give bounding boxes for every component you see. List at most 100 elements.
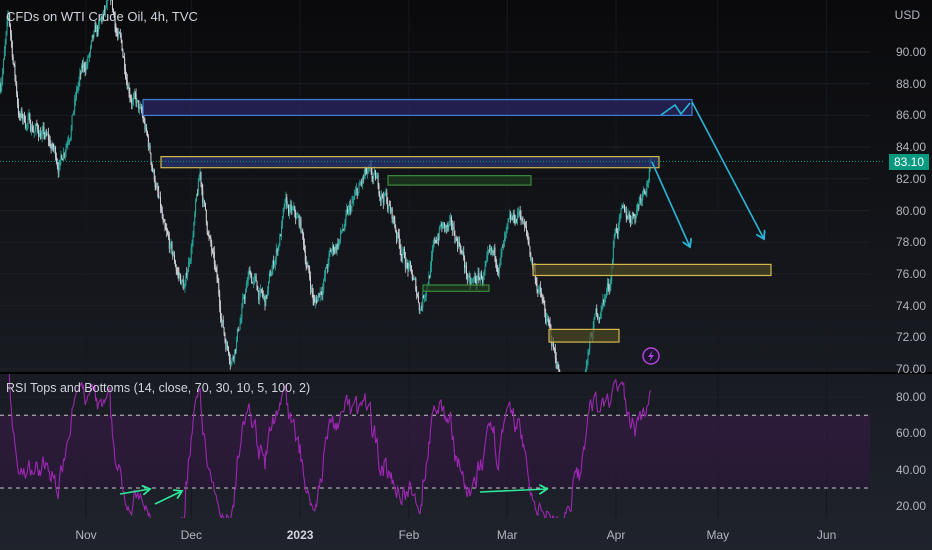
- candle-body: [129, 93, 131, 98]
- candle-body: [424, 295, 426, 297]
- candle-body: [334, 246, 336, 252]
- price-tick-label: 70.00: [895, 362, 926, 376]
- candle-body: [167, 231, 169, 235]
- candle-body: [118, 32, 120, 36]
- candle-body: [519, 211, 521, 216]
- candle-body: [181, 280, 183, 282]
- candle-body: [604, 297, 606, 304]
- rsi-arrow-2[interactable]: [154, 491, 182, 505]
- price-tick-label: 82.00: [895, 171, 926, 186]
- candle-body: [602, 299, 604, 304]
- candle-body: [459, 244, 461, 251]
- candle-body: [132, 101, 134, 104]
- candle-body: [222, 319, 224, 328]
- candle-body: [234, 349, 236, 359]
- candle-body: [47, 134, 49, 135]
- candle-body: [407, 263, 409, 271]
- down-arrow-short[interactable]: [651, 161, 690, 247]
- candle-body: [606, 283, 608, 292]
- symbol-title[interactable]: CFDs on WTI Crude Oil, 4h, TVC: [6, 9, 198, 24]
- candle-body: [196, 194, 198, 196]
- candle-body: [396, 231, 398, 239]
- candle-body: [374, 170, 376, 179]
- candle-body: [308, 265, 310, 271]
- candle-body: [410, 265, 412, 275]
- candle-body: [53, 147, 55, 150]
- chart-canvas[interactable]: [0, 0, 932, 550]
- candle-body: [410, 262, 412, 266]
- candle-body: [540, 291, 542, 298]
- candle-body: [625, 211, 627, 217]
- candle-body: [347, 209, 349, 214]
- candle-body: [52, 143, 54, 148]
- candle-body: [576, 378, 577, 380]
- candle-body: [291, 209, 293, 211]
- candle-body: [599, 317, 601, 319]
- candle-body: [151, 162, 153, 168]
- chart-root[interactable]: CFDs on WTI Crude Oil, 4h, TVC RSI Tops …: [0, 0, 932, 550]
- candle-body: [221, 319, 223, 322]
- candle-body: [420, 306, 422, 311]
- candle-body: [137, 100, 139, 102]
- candle-body: [49, 140, 51, 148]
- candle-body: [314, 300, 316, 303]
- candle-body: [403, 248, 405, 259]
- candle-body: [233, 356, 235, 359]
- lightning-icon[interactable]: [642, 347, 660, 365]
- pane-separator[interactable]: [0, 372, 932, 374]
- rsi-arrow-3[interactable]: [479, 489, 547, 492]
- candle-body: [149, 145, 151, 153]
- candle-body: [377, 175, 379, 186]
- candle-body: [340, 230, 342, 232]
- candle-body: [169, 244, 171, 249]
- candle-body: [579, 381, 580, 388]
- candle-body: [157, 187, 159, 192]
- candle-body: [335, 246, 337, 251]
- candle-body: [0, 87, 2, 91]
- candle-body: [488, 250, 490, 252]
- candle-body: [131, 100, 133, 104]
- candle-body: [437, 239, 439, 243]
- candle-body: [353, 198, 355, 201]
- candle-body: [403, 248, 405, 253]
- candle-body: [520, 215, 522, 221]
- candle-body: [521, 217, 523, 221]
- candle-body: [463, 252, 465, 259]
- candle-body: [327, 260, 329, 269]
- candle-body: [455, 238, 457, 243]
- candle-body: [594, 313, 596, 318]
- zone-rectangle-green: [387, 175, 532, 186]
- candle-body: [357, 192, 359, 196]
- candle-body: [528, 241, 530, 247]
- candle-body: [190, 247, 192, 261]
- candle-body: [504, 233, 506, 238]
- candle-body: [329, 250, 331, 254]
- price-tick-label: 74.00: [895, 298, 926, 313]
- candle-body: [160, 207, 162, 212]
- rsi-indicator-title[interactable]: RSI Tops and Bottoms (14, close, 70, 30,…: [6, 381, 310, 395]
- candle-body: [416, 290, 418, 295]
- candle-body: [283, 208, 285, 210]
- candle-body: [217, 278, 219, 283]
- candle-body: [647, 181, 649, 184]
- candle-body: [398, 234, 400, 244]
- candle-body: [366, 171, 368, 174]
- candle-body: [264, 295, 266, 307]
- price-tick-label: 90.00: [895, 45, 926, 59]
- candle-body: [61, 155, 63, 160]
- down-arrow-long[interactable]: [691, 101, 764, 239]
- candle-body: [339, 239, 341, 243]
- currency-label[interactable]: USD: [895, 8, 920, 22]
- candle-body: [81, 65, 83, 74]
- candle-body: [434, 238, 436, 241]
- candle-body: [84, 67, 86, 72]
- candle-body: [578, 381, 579, 384]
- candle-body: [333, 250, 335, 252]
- candle-body: [566, 386, 567, 388]
- candle-body: [385, 192, 387, 194]
- candle-body: [252, 282, 254, 284]
- candle-body: [194, 213, 196, 223]
- price-tick-label: 86.00: [895, 108, 926, 123]
- candle-body: [469, 275, 471, 285]
- candle-body: [309, 270, 311, 278]
